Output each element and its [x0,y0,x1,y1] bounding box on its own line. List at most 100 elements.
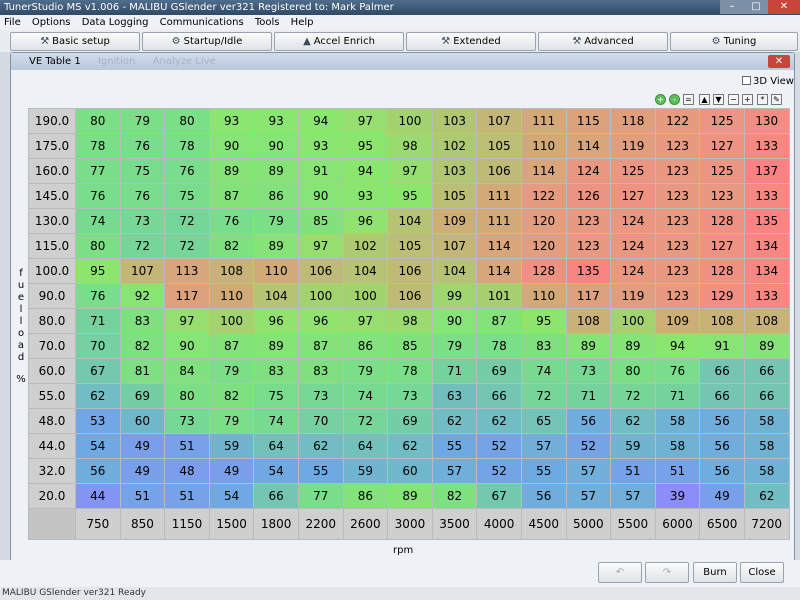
ve-cell[interactable]: 123 [654,158,701,184]
x-bin-label[interactable]: 3000 [387,508,433,540]
ve-cell[interactable]: 110 [253,258,299,284]
ve-cell[interactable]: 51 [654,458,701,484]
ve-cell[interactable]: 114 [476,258,522,284]
ve-cell[interactable]: 75 [253,383,299,409]
x-bin-label[interactable]: 1500 [208,508,255,540]
ve-cell[interactable]: 72 [164,233,210,259]
ve-cell[interactable]: 55 [431,433,478,459]
ve-cell[interactable]: 73 [297,383,344,409]
ve-cell[interactable]: 74 [342,383,389,409]
ve-cell[interactable]: 104 [253,283,299,309]
x-bin-label[interactable]: 850 [119,508,166,540]
ve-cell[interactable]: 117 [164,283,210,309]
ve-cell[interactable]: 58 [743,408,790,434]
ve-cell[interactable]: 74 [75,208,121,234]
ve-cell[interactable]: 84 [164,358,210,384]
x-bin-label[interactable]: 1150 [164,508,210,540]
ve-cell[interactable]: 90 [208,133,255,159]
ve-cell[interactable]: 54 [208,483,255,509]
ve-cell[interactable]: 89 [387,483,433,509]
ve-cell[interactable]: 62 [431,408,478,434]
ve-cell[interactable]: 105 [387,233,433,259]
view-3d-toggle[interactable]: 3D View [742,76,794,87]
ve-cell[interactable]: 49 [119,458,166,484]
ve-cell[interactable]: 97 [342,108,389,134]
menu-communications[interactable]: Communications [156,15,248,30]
ve-cell[interactable]: 127 [610,183,656,209]
ve-cell[interactable]: 87 [208,183,255,209]
ve-cell[interactable]: 125 [699,108,745,134]
ve-cell[interactable]: 62 [75,383,121,409]
ve-cell[interactable]: 95 [75,258,121,284]
x-bin-label[interactable]: 750 [75,508,121,540]
ve-cell[interactable]: 114 [476,233,522,259]
ve-cell[interactable]: 79 [342,358,389,384]
ve-cell[interactable]: 79 [253,208,299,234]
ve-cell[interactable]: 110 [520,283,567,309]
ve-cell[interactable]: 104 [387,208,433,234]
ve-cell[interactable]: 128 [520,258,567,284]
x-bin-label[interactable]: 6000 [654,508,701,540]
ve-cell[interactable]: 129 [699,283,745,309]
ve-cell[interactable]: 69 [119,383,166,409]
plus-icon[interactable]: + [742,94,753,105]
ve-cell[interactable]: 124 [565,158,612,184]
x-bin-label[interactable]: 5500 [610,508,656,540]
menu-help[interactable]: Help [287,15,318,30]
ve-cell[interactable]: 89 [253,233,299,259]
ve-cell[interactable]: 74 [253,408,299,434]
ve-cell[interactable]: 123 [654,258,701,284]
ve-cell[interactable]: 123 [654,283,701,309]
ve-cell[interactable]: 89 [743,333,790,359]
ve-cell[interactable]: 71 [654,383,701,409]
ve-cell[interactable]: 71 [75,308,121,334]
ve-cell[interactable]: 135 [565,258,612,284]
ve-cell[interactable]: 126 [565,183,612,209]
ve-cell[interactable]: 51 [164,483,210,509]
ve-cell[interactable]: 124 [610,208,656,234]
ve-cell[interactable]: 94 [297,108,344,134]
dialog-close-icon[interactable]: ✕ [768,55,790,68]
ve-cell[interactable]: 119 [610,283,656,309]
arrow-up-icon[interactable]: ▲ [699,94,710,105]
basic-setup-button[interactable]: ⚒ Basic setup [10,32,140,51]
ve-cell[interactable]: 55 [297,458,344,484]
y-bin-label[interactable]: 145.0 [28,183,76,209]
ve-cell[interactable]: 104 [342,258,389,284]
ve-cell[interactable]: 80 [610,358,656,384]
ve-cell[interactable]: 72 [164,208,210,234]
ve-cell[interactable]: 73 [119,208,166,234]
close-button[interactable]: Close [740,562,784,583]
ve-cell[interactable]: 78 [476,333,522,359]
ve-cell[interactable]: 48 [164,458,210,484]
ve-cell[interactable]: 90 [253,133,299,159]
y-bin-label[interactable]: 20.0 [28,483,76,509]
x-bin-label[interactable]: 4000 [476,508,522,540]
ve-cell[interactable]: 106 [387,258,433,284]
ve-cell[interactable]: 107 [119,258,166,284]
ve-cell[interactable]: 86 [342,483,389,509]
decrease-icon[interactable]: - [669,94,680,105]
ve-cell[interactable]: 80 [164,108,210,134]
ve-cell[interactable]: 49 [119,433,166,459]
ve-cell[interactable]: 67 [75,358,121,384]
y-bin-label[interactable]: 55.0 [28,383,76,409]
advanced-button[interactable]: ⚒ Advanced [538,32,668,51]
ve-cell[interactable]: 105 [476,133,522,159]
ve-cell[interactable]: 120 [520,233,567,259]
ve-cell[interactable]: 66 [476,383,522,409]
ve-cell[interactable]: 59 [342,458,389,484]
undo-button[interactable]: ↶ [598,562,642,583]
y-bin-label[interactable]: 44.0 [28,433,76,459]
x-bin-label[interactable]: 7200 [743,508,790,540]
ve-cell[interactable]: 90 [164,333,210,359]
increase-icon[interactable]: + [655,94,666,105]
ve-cell[interactable]: 64 [253,433,299,459]
ve-cell[interactable]: 87 [297,333,344,359]
minimize-button[interactable]: – [720,0,744,14]
ve-cell[interactable]: 62 [476,408,522,434]
ve-cell[interactable]: 83 [297,358,344,384]
ve-cell[interactable]: 90 [297,183,344,209]
ve-cell[interactable]: 123 [654,208,701,234]
ve-cell[interactable]: 83 [253,358,299,384]
